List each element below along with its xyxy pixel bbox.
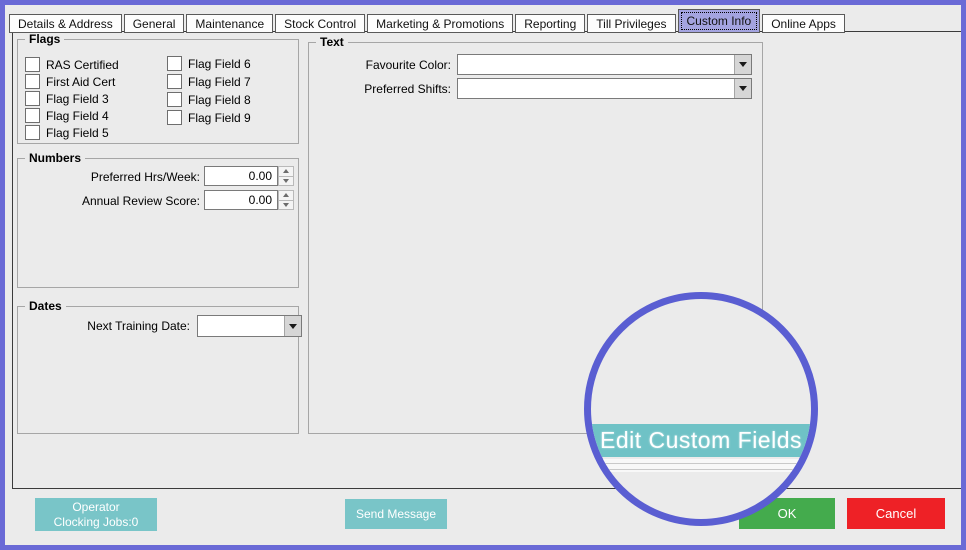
- numbers-group-title: Numbers: [25, 151, 85, 165]
- preferred-hrs-week-field[interactable]: 0.00: [204, 166, 278, 186]
- edit-custom-fields-button[interactable]: Edit Custom Fields: [584, 424, 818, 457]
- flag-field-9-checkbox[interactable]: [167, 110, 182, 125]
- checkbox-row: RAS Certified: [25, 57, 119, 72]
- magnifier-callout: Edit Custom Fields: [584, 292, 818, 526]
- checkbox-row: First Aid Cert: [25, 74, 115, 89]
- checkbox-label: Flag Field 3: [46, 92, 109, 106]
- dropdown-button[interactable]: [284, 316, 301, 336]
- step-up-button[interactable]: [278, 166, 294, 177]
- step-down-button[interactable]: [278, 177, 294, 187]
- edit-custom-fields-label: Edit Custom Fields: [600, 427, 802, 454]
- down-arrow-icon: [283, 179, 289, 183]
- checkbox-label: Flag Field 6: [188, 57, 251, 71]
- favourite-color-label: Favourite Color:: [327, 58, 451, 72]
- annual-review-score-label: Annual Review Score:: [38, 194, 200, 208]
- dropdown-button[interactable]: [734, 55, 751, 74]
- ras-certified-checkbox[interactable]: [25, 57, 40, 72]
- magnified-border-line: [584, 469, 818, 470]
- tab-stock-control[interactable]: Stock Control: [275, 14, 365, 33]
- tab-custom-info[interactable]: Custom Info: [678, 9, 761, 33]
- down-arrow-icon: [283, 203, 289, 207]
- operator-clocking-jobs-button[interactable]: Operator Clocking Jobs:0: [35, 498, 157, 531]
- employee-settings-window: Details & Address General Maintenance St…: [0, 0, 966, 550]
- checkbox-label: Flag Field 9: [188, 111, 251, 125]
- preferred-shifts-label: Preferred Shifts:: [327, 82, 451, 96]
- flag-field-7-checkbox[interactable]: [167, 74, 182, 89]
- custom-info-tab-page: Flags RAS Certified First Aid Cert Flag …: [12, 31, 962, 489]
- flag-field-6-checkbox[interactable]: [167, 56, 182, 71]
- checkbox-label: Flag Field 7: [188, 75, 251, 89]
- next-training-date-dropdown[interactable]: [197, 315, 302, 337]
- preferred-hrs-week-label: Preferred Hrs/Week:: [38, 170, 200, 184]
- tab-marketing-promotions[interactable]: Marketing & Promotions: [367, 14, 513, 33]
- step-down-button[interactable]: [278, 201, 294, 211]
- chevron-down-icon: [739, 86, 747, 91]
- preferred-shifts-dropdown[interactable]: [457, 78, 752, 99]
- checkbox-row: Flag Field 9: [167, 110, 251, 125]
- next-training-date-label: Next Training Date:: [38, 319, 190, 333]
- first-aid-cert-checkbox[interactable]: [25, 74, 40, 89]
- checkbox-row: Flag Field 6: [167, 56, 251, 71]
- dates-groupbox: Dates Next Training Date:: [17, 306, 299, 434]
- checkbox-row: Flag Field 5: [25, 125, 109, 140]
- tab-online-apps[interactable]: Online Apps: [762, 14, 845, 33]
- magnified-border-line: [584, 463, 818, 464]
- checkbox-row: Flag Field 3: [25, 91, 109, 106]
- text-group-title: Text: [316, 35, 348, 49]
- flag-field-8-checkbox[interactable]: [167, 92, 182, 107]
- send-message-button[interactable]: Send Message: [345, 499, 447, 529]
- magnified-panel-edge: [584, 459, 818, 472]
- checkbox-row: Flag Field 4: [25, 108, 109, 123]
- checkbox-row: Flag Field 8: [167, 92, 251, 107]
- dropdown-button[interactable]: [734, 79, 751, 98]
- dropdown-value: [458, 79, 734, 98]
- checkbox-label: Flag Field 4: [46, 109, 109, 123]
- tab-strip: Details & Address General Maintenance St…: [9, 8, 847, 33]
- chevron-down-icon: [289, 324, 297, 329]
- button-label-line1: Operator: [72, 500, 119, 515]
- tab-reporting[interactable]: Reporting: [515, 14, 585, 33]
- tab-details-address[interactable]: Details & Address: [9, 14, 122, 33]
- flag-field-5-checkbox[interactable]: [25, 125, 40, 140]
- checkbox-label: First Aid Cert: [46, 75, 115, 89]
- cancel-button[interactable]: Cancel: [847, 498, 945, 529]
- chevron-down-icon: [739, 62, 747, 67]
- annual-review-score-field[interactable]: 0.00: [204, 190, 278, 210]
- button-label-line2: Clocking Jobs:0: [54, 515, 139, 530]
- numbers-groupbox: Numbers Preferred Hrs/Week: 0.00 Annual …: [17, 158, 299, 288]
- flags-groupbox: Flags RAS Certified First Aid Cert Flag …: [17, 39, 299, 144]
- favourite-color-dropdown[interactable]: [457, 54, 752, 75]
- checkbox-label: Flag Field 5: [46, 126, 109, 140]
- up-arrow-icon: [283, 193, 289, 197]
- dropdown-value: [198, 316, 284, 336]
- flags-group-title: Flags: [25, 32, 64, 46]
- checkbox-label: RAS Certified: [46, 58, 119, 72]
- flag-field-4-checkbox[interactable]: [25, 108, 40, 123]
- annual-review-score-stepper: [278, 190, 294, 210]
- dates-group-title: Dates: [25, 299, 66, 313]
- tab-maintenance[interactable]: Maintenance: [186, 14, 273, 33]
- flag-field-3-checkbox[interactable]: [25, 91, 40, 106]
- dropdown-value: [458, 55, 734, 74]
- preferred-hrs-week-stepper: [278, 166, 294, 186]
- checkbox-label: Flag Field 8: [188, 93, 251, 107]
- tab-general[interactable]: General: [124, 14, 185, 33]
- up-arrow-icon: [283, 169, 289, 173]
- step-up-button[interactable]: [278, 190, 294, 201]
- checkbox-row: Flag Field 7: [167, 74, 251, 89]
- tab-till-privileges[interactable]: Till Privileges: [587, 14, 675, 33]
